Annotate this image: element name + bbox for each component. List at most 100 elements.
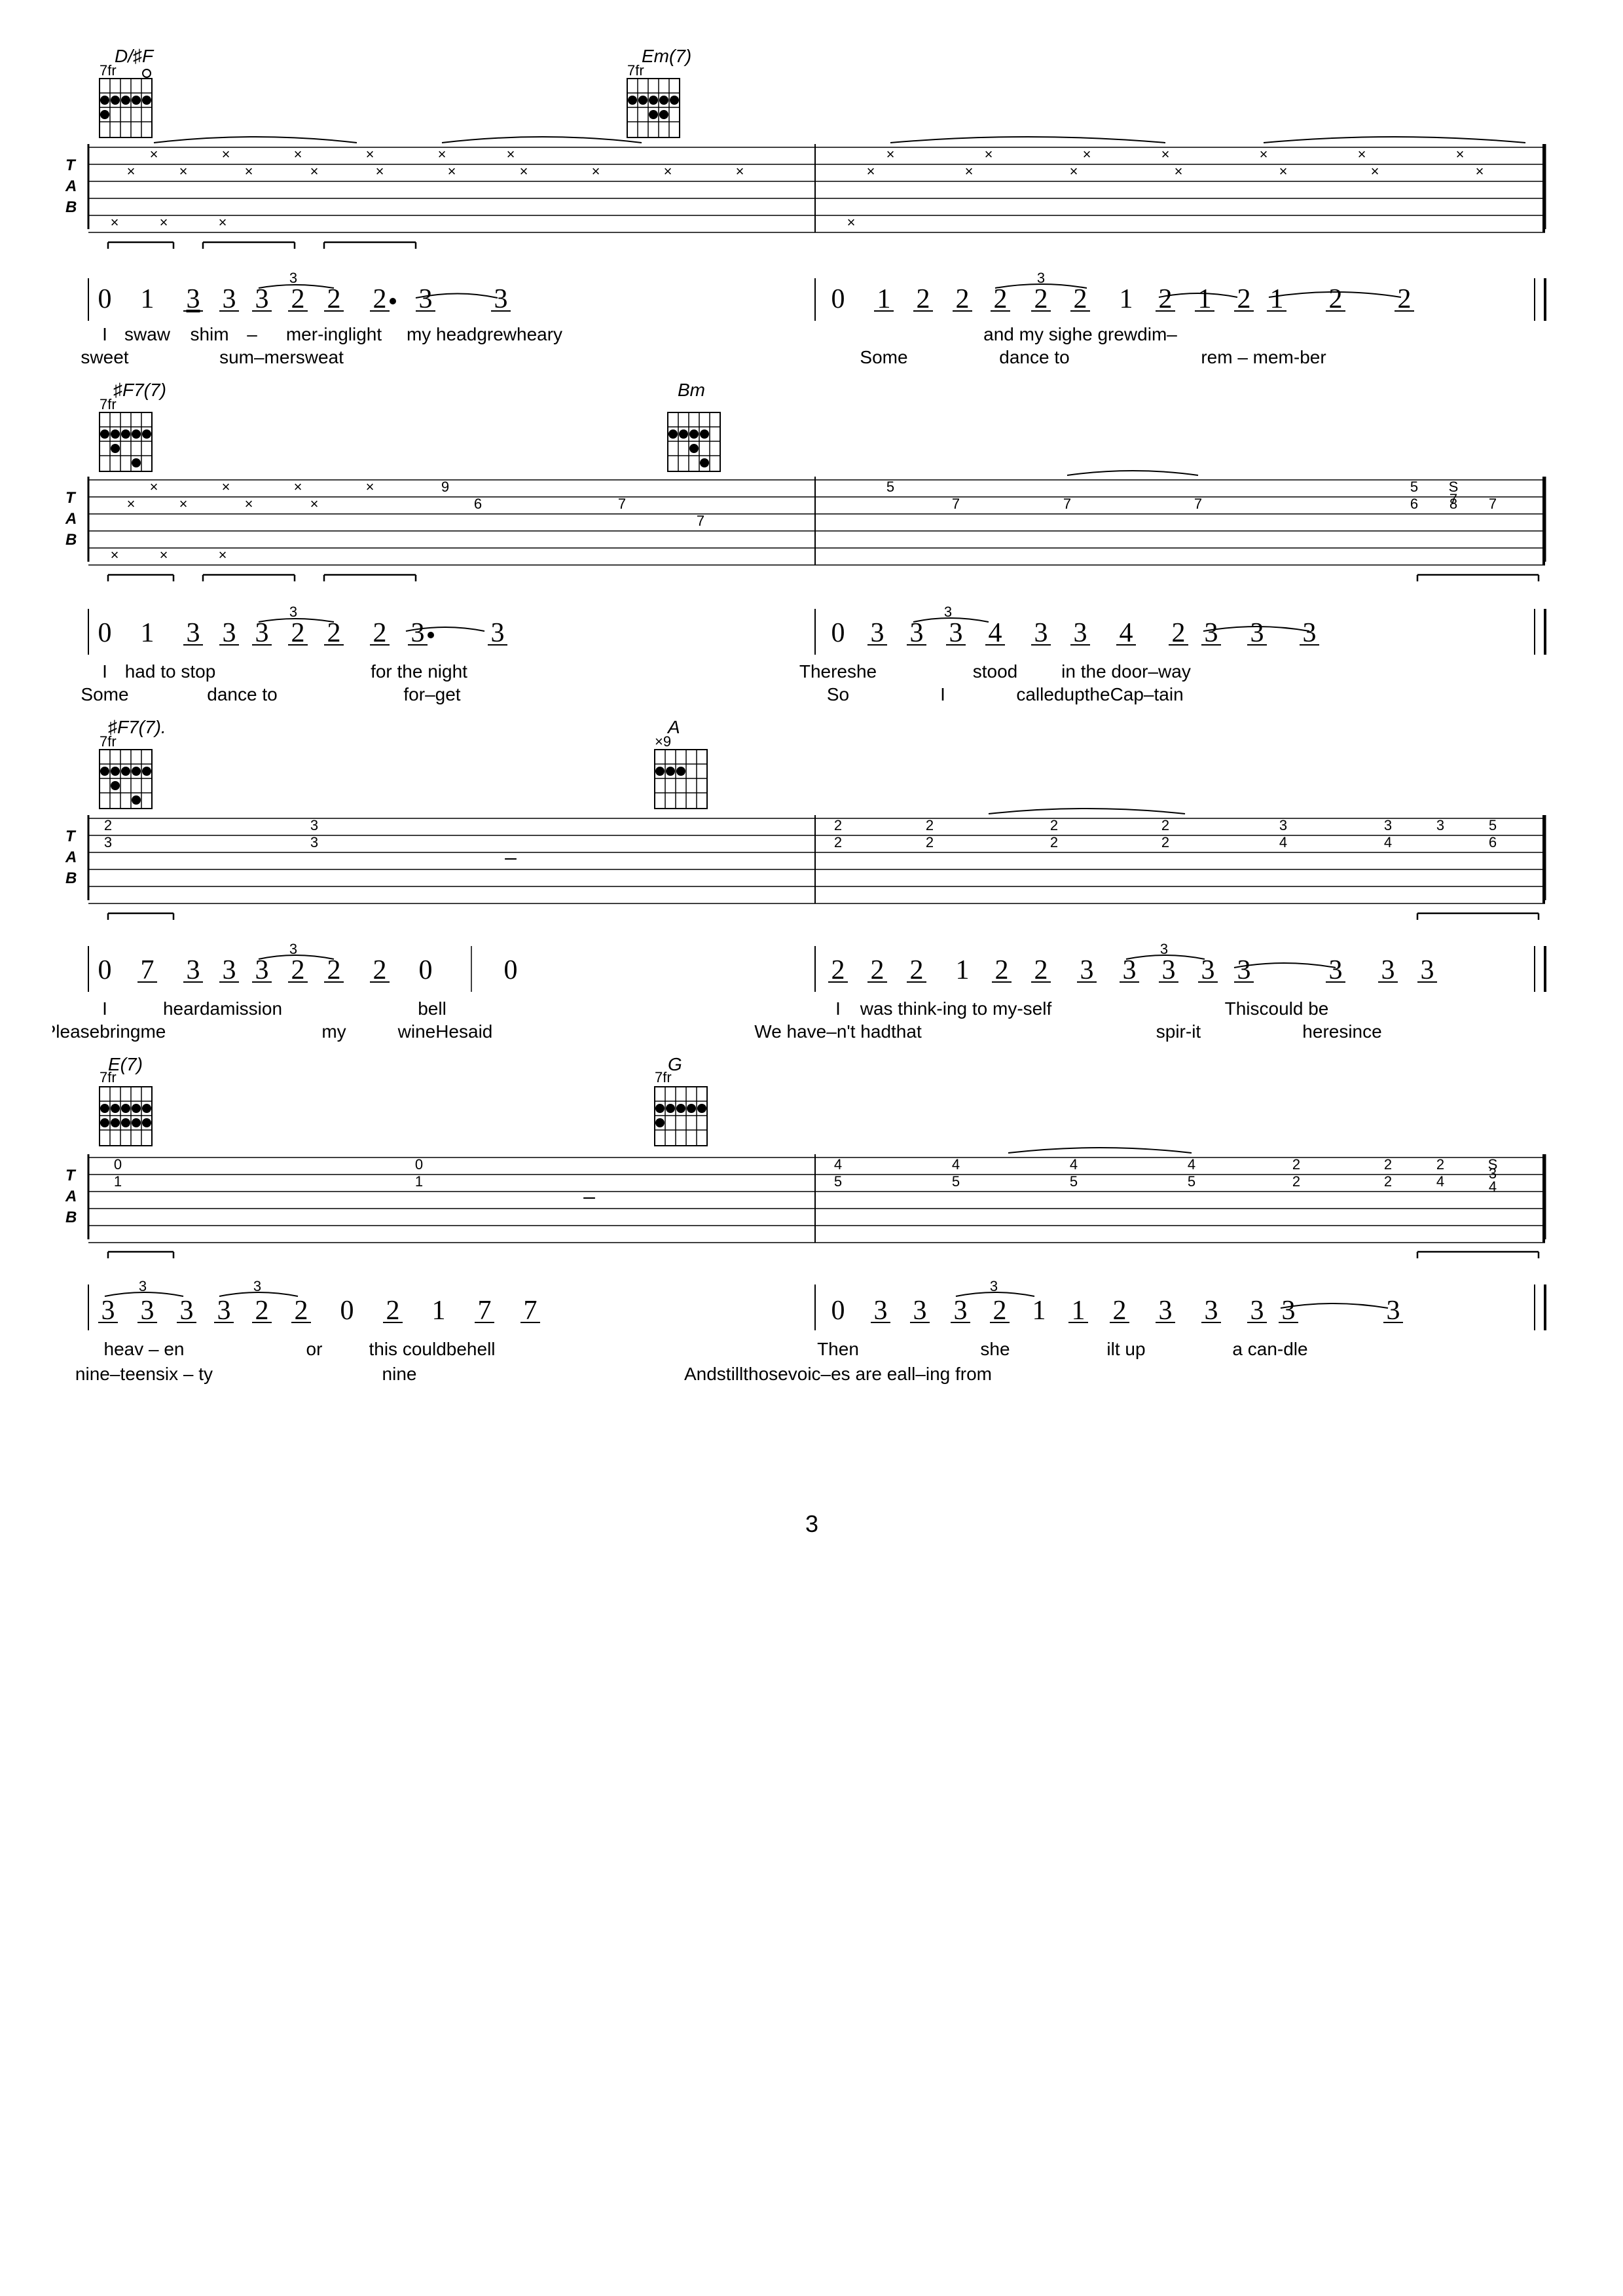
svg-text:7fr: 7fr	[100, 733, 117, 750]
svg-text:×: ×	[179, 163, 188, 179]
chord-name-df: D/♯F	[115, 46, 155, 66]
svg-text:×: ×	[310, 163, 319, 179]
svg-text:heav – en: heav – en	[104, 1339, 185, 1359]
svg-text:×: ×	[1175, 163, 1183, 179]
svg-text:2: 2	[871, 955, 884, 985]
svg-text:2: 2	[1329, 284, 1343, 314]
svg-text:3: 3	[180, 1296, 194, 1326]
svg-text:3: 3	[1074, 618, 1087, 648]
svg-text:2: 2	[373, 618, 387, 648]
svg-text:dance to: dance to	[999, 347, 1069, 367]
svg-text:0: 0	[831, 284, 845, 314]
svg-text:×: ×	[1070, 163, 1078, 179]
svg-text:or: or	[306, 1339, 323, 1359]
svg-text:0: 0	[831, 1296, 845, 1326]
svg-text:2: 2	[1161, 834, 1169, 850]
svg-text:3: 3	[104, 834, 112, 850]
svg-text:3: 3	[1387, 1296, 1400, 1326]
svg-text:×: ×	[736, 163, 744, 179]
svg-text:3: 3	[1205, 1296, 1218, 1326]
svg-text:7fr: 7fr	[100, 62, 117, 79]
svg-text:2: 2	[834, 834, 842, 850]
svg-text:heardamission: heardamission	[163, 998, 282, 1019]
svg-text:5: 5	[886, 479, 894, 495]
svg-text:×: ×	[520, 163, 528, 179]
svg-text:1: 1	[956, 955, 970, 985]
svg-text:calleduptheCap–tain: calleduptheCap–tain	[1016, 684, 1183, 704]
svg-text:×: ×	[294, 146, 302, 162]
svg-text:5: 5	[1410, 479, 1418, 495]
svg-text:stood: stood	[973, 661, 1018, 682]
svg-text:T: T	[65, 828, 77, 845]
svg-text:3: 3	[1279, 817, 1287, 833]
svg-text:♯F7(7).: ♯F7(7).	[108, 717, 166, 737]
svg-text:×: ×	[867, 163, 875, 179]
svg-text:2: 2	[993, 1296, 1007, 1326]
svg-text:×: ×	[886, 146, 895, 162]
svg-text:0: 0	[98, 955, 112, 985]
svg-text:3: 3	[187, 618, 200, 648]
svg-text:1: 1	[141, 618, 155, 648]
svg-text:1: 1	[1198, 284, 1212, 314]
svg-text:2: 2	[1159, 284, 1173, 314]
svg-text:×: ×	[111, 547, 119, 563]
svg-text:2: 2	[831, 955, 845, 985]
svg-text:7: 7	[524, 1296, 538, 1326]
svg-text:bell: bell	[418, 998, 447, 1019]
svg-text:1: 1	[877, 284, 891, 314]
svg-text:2: 2	[291, 618, 305, 648]
svg-text:×: ×	[366, 479, 374, 495]
svg-text:3: 3	[223, 955, 236, 985]
svg-text:Thereshe: Thereshe	[799, 661, 877, 682]
svg-text:heresince: heresince	[1302, 1021, 1381, 1042]
svg-text:2: 2	[994, 284, 1008, 314]
music-score: D/♯F 7fr Em(7) 7fr	[52, 39, 1571, 2255]
svg-text:×: ×	[222, 146, 230, 162]
svg-text:3: 3	[101, 1296, 115, 1326]
svg-text:×: ×	[366, 146, 374, 162]
svg-text:4: 4	[834, 1156, 842, 1173]
note-3-5: 3	[494, 284, 508, 314]
svg-text:7: 7	[1063, 496, 1071, 512]
svg-text:2: 2	[1292, 1173, 1300, 1190]
svg-text:3: 3	[1329, 955, 1343, 985]
svg-text:2: 2	[1113, 1296, 1127, 1326]
svg-text:×: ×	[448, 163, 456, 179]
note-2-2: 2	[327, 284, 341, 314]
svg-text:4: 4	[952, 1156, 960, 1173]
svg-text:3: 3	[1282, 1296, 1296, 1326]
svg-text:for the night: for the night	[371, 661, 467, 682]
svg-text:nine: nine	[382, 1364, 417, 1384]
svg-text:×: ×	[1161, 146, 1170, 162]
svg-text:5: 5	[1489, 817, 1497, 833]
svg-text:1: 1	[114, 1173, 122, 1190]
svg-text:4: 4	[1070, 1156, 1078, 1173]
svg-text:3: 3	[223, 618, 236, 648]
svg-text:Andstillthosevoic–es are eall–: Andstillthosevoic–es are eall–ing from	[684, 1364, 992, 1384]
note-3-1: 3	[187, 284, 200, 314]
svg-text:×: ×	[438, 146, 447, 162]
svg-text:A: A	[65, 1188, 77, 1205]
svg-text:5: 5	[952, 1173, 960, 1190]
svg-text:0: 0	[98, 618, 112, 648]
svg-text:my: my	[321, 1021, 346, 1042]
svg-text:3: 3	[1381, 955, 1395, 985]
note-3-4: 3	[419, 284, 433, 314]
svg-text:3: 3	[141, 1296, 155, 1326]
svg-text:2: 2	[1172, 618, 1186, 648]
svg-text:sweet: sweet	[81, 347, 128, 367]
svg-text:2: 2	[910, 955, 924, 985]
svg-text:3: 3	[910, 618, 924, 648]
svg-text:2: 2	[327, 618, 341, 648]
note-3-2: 3	[223, 284, 236, 314]
svg-text:×: ×	[245, 163, 253, 179]
svg-text:3: 3	[1250, 1296, 1264, 1326]
svg-text:×: ×	[219, 547, 227, 563]
svg-text:3: 3	[139, 1278, 147, 1294]
svg-text:×: ×	[245, 496, 253, 512]
svg-text:Some: Some	[860, 347, 907, 367]
svg-text:2: 2	[291, 955, 305, 985]
svg-text:6: 6	[1489, 834, 1497, 850]
svg-text:0: 0	[340, 1296, 354, 1326]
svg-text:sum–mersweat: sum–mersweat	[219, 347, 344, 367]
